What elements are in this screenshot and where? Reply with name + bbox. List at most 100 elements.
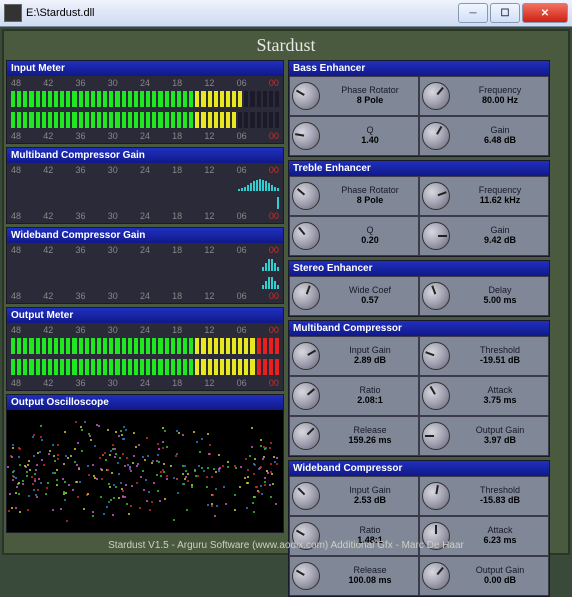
wbcomp-panel: Wideband CompressorInput Gain2.53 dBThre… — [288, 460, 550, 597]
stereo-param-0: Wide Coef0.57 — [289, 276, 419, 316]
meter-scale: 484236302418120600 — [9, 211, 281, 221]
app-icon — [4, 4, 22, 22]
input-meter-panel: Input Meter 484236302418120600 484236302… — [6, 60, 284, 144]
knob-icon[interactable] — [422, 342, 450, 370]
param-label: Output Gain — [454, 566, 546, 576]
mb-gain-panel: Multiband Compressor Gain 48423630241812… — [6, 147, 284, 224]
param-value: 80.00 Hz — [454, 96, 546, 106]
param-label: Release — [324, 566, 416, 576]
treble-header: Treble Enhancer — [289, 161, 549, 176]
param-value: -15.83 dB — [454, 496, 546, 506]
gain-bar — [9, 273, 281, 291]
knob-icon[interactable] — [422, 182, 450, 210]
knob-icon[interactable] — [292, 382, 320, 410]
mbcomp-param-5: Output Gain3.97 dB — [419, 416, 549, 456]
mbcomp-header: Multiband Compressor — [289, 321, 549, 336]
param-value: -19.51 dB — [454, 356, 546, 366]
knob-icon[interactable] — [292, 82, 320, 110]
mbcomp-panel: Multiband CompressorInput Gain2.89 dBThr… — [288, 320, 550, 457]
knob-icon[interactable] — [422, 222, 450, 250]
knob-icon[interactable] — [292, 422, 320, 450]
meter-scale: 484236302418120600 — [9, 245, 281, 255]
treble-param-3: Gain9.42 dB — [419, 216, 549, 256]
knob-icon[interactable] — [422, 122, 450, 150]
knob-icon[interactable] — [422, 382, 450, 410]
param-value: 9.42 dB — [454, 236, 546, 246]
meter-scale: 484236302418120600 — [9, 131, 281, 141]
param-value: 8 Pole — [324, 96, 416, 106]
param-value: 100.08 ms — [324, 576, 416, 586]
treble-param-0: Phase Rotator8 Pole — [289, 176, 419, 216]
param-value: 0.00 dB — [454, 576, 546, 586]
knob-icon[interactable] — [292, 122, 320, 150]
input-meter-header: Input Meter — [7, 61, 283, 76]
meter-scale: 484236302418120600 — [9, 291, 281, 301]
knob-icon[interactable] — [292, 182, 320, 210]
param-value: 1.40 — [324, 136, 416, 146]
maximize-button[interactable]: ☐ — [490, 3, 520, 23]
knob-icon[interactable] — [292, 342, 320, 370]
meter-bar-r — [9, 110, 281, 130]
knob-icon[interactable] — [292, 562, 320, 590]
wbcomp-header: Wideband Compressor — [289, 461, 549, 476]
meter-bar-l — [9, 89, 281, 109]
footer-text: Stardust V1.5 - Arguru Software (www.aod… — [4, 540, 568, 551]
wbcomp-param-0: Input Gain2.53 dB — [289, 476, 419, 516]
mbcomp-param-1: Threshold-19.51 dB — [419, 336, 549, 376]
knob-icon[interactable] — [292, 222, 320, 250]
meter-bar-l — [9, 336, 281, 356]
close-button[interactable]: ✕ — [522, 3, 568, 23]
bass-param-2: Q1.40 — [289, 116, 419, 156]
oscilloscope-display — [7, 410, 283, 532]
plugin-body: Stardust Input Meter 484236302418120600 … — [2, 29, 570, 555]
knob-icon[interactable] — [292, 282, 320, 310]
wbcomp-param-4: Release100.08 ms — [289, 556, 419, 596]
meter-scale: 484236302418120600 — [9, 78, 281, 88]
meter-scale: 484236302418120600 — [9, 378, 281, 388]
knob-icon[interactable] — [422, 82, 450, 110]
param-value: 0.57 — [324, 296, 416, 306]
window-title: E:\Stardust.dll — [26, 7, 456, 19]
treble-param-1: Frequency11.62 kHz — [419, 176, 549, 216]
output-meter-header: Output Meter — [7, 308, 283, 323]
knob-icon[interactable] — [422, 282, 450, 310]
gain-bar — [9, 193, 281, 211]
wbcomp-param-1: Threshold-15.83 dB — [419, 476, 549, 516]
wb-gain-header: Wideband Compressor Gain — [7, 228, 283, 243]
stereo-panel: Stereo EnhancerWide Coef0.57Delay5.00 ms — [288, 260, 550, 317]
mbcomp-param-4: Release159.26 ms — [289, 416, 419, 456]
mbcomp-param-2: Ratio2.08:1 — [289, 376, 419, 416]
oscilloscope-header: Output Oscilloscope — [7, 395, 283, 410]
treble-param-2: Q0.20 — [289, 216, 419, 256]
param-value: 6.48 dB — [454, 136, 546, 146]
meter-scale: 484236302418120600 — [9, 165, 281, 175]
param-value: 0.20 — [324, 236, 416, 246]
knob-icon[interactable] — [422, 482, 450, 510]
knob-icon[interactable] — [422, 422, 450, 450]
gain-bar — [9, 255, 281, 273]
param-value: 159.26 ms — [324, 436, 416, 446]
bass-param-1: Frequency80.00 Hz — [419, 76, 549, 116]
treble-panel: Treble EnhancerPhase Rotator8 PoleFreque… — [288, 160, 550, 257]
bass-param-3: Gain6.48 dB — [419, 116, 549, 156]
oscilloscope-panel: Output Oscilloscope — [6, 394, 284, 533]
bass-header: Bass Enhancer — [289, 61, 549, 76]
param-value: 2.89 dB — [324, 356, 416, 366]
mbcomp-param-0: Input Gain2.89 dB — [289, 336, 419, 376]
bass-param-0: Phase Rotator8 Pole — [289, 76, 419, 116]
stereo-param-1: Delay5.00 ms — [419, 276, 549, 316]
stereo-header: Stereo Enhancer — [289, 261, 549, 276]
mbcomp-param-3: Attack3.75 ms — [419, 376, 549, 416]
knob-icon[interactable] — [292, 482, 320, 510]
knob-icon[interactable] — [422, 562, 450, 590]
param-value: 3.97 dB — [454, 436, 546, 446]
window-titlebar: E:\Stardust.dll ─ ☐ ✕ — [0, 0, 572, 27]
gain-bar — [9, 175, 281, 193]
minimize-button[interactable]: ─ — [458, 3, 488, 23]
param-value: 5.00 ms — [454, 296, 546, 306]
output-meter-panel: Output Meter 484236302418120600 48423630… — [6, 307, 284, 391]
param-value: 3.75 ms — [454, 396, 546, 406]
meter-bar-r — [9, 357, 281, 377]
param-value: 11.62 kHz — [454, 196, 546, 206]
mb-gain-header: Multiband Compressor Gain — [7, 148, 283, 163]
